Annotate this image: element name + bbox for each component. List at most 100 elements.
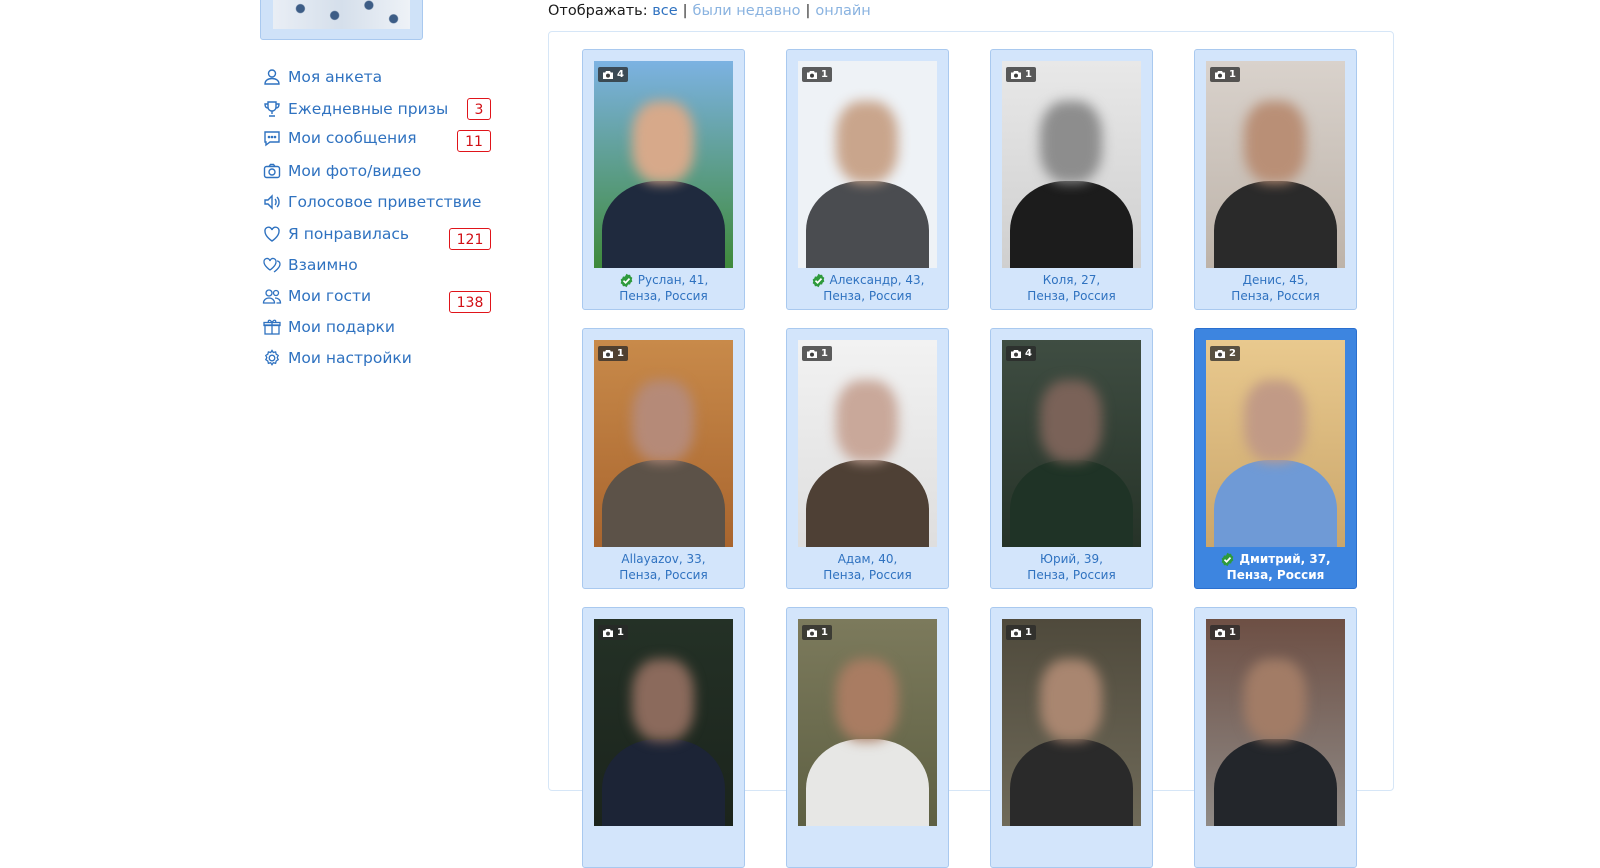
verified-check-icon (619, 273, 634, 288)
heart-icon (262, 224, 282, 244)
profile-caption: Александр, 43, Пенза, Россия (787, 272, 948, 304)
photo-count: 1 (617, 627, 624, 638)
profile-photo[interactable]: 2 (1206, 340, 1345, 547)
photo-count: 1 (1229, 69, 1236, 80)
sidebar-item-label: Мои гости (288, 287, 372, 305)
filter-recently-link[interactable]: были недавно (693, 3, 801, 19)
sidebar-item-voice-greeting[interactable]: Голосовое приветствие (262, 189, 492, 215)
profile-name-age[interactable]: Адам, 40, (838, 551, 898, 567)
camera-icon (806, 628, 818, 638)
profile-location: Пенза, Россия (1231, 289, 1320, 303)
profile-name-age[interactable]: Дмитрий, 37, (1239, 551, 1330, 567)
daily-prizes-count-badge: 3 (467, 98, 491, 120)
profile-photo[interactable]: 4 (594, 61, 733, 268)
speaker-icon (262, 192, 282, 212)
profile-photo[interactable]: 1 (798, 340, 937, 547)
photo-count: 1 (821, 627, 828, 638)
camera-icon (1010, 70, 1022, 80)
photo-count-badge: 1 (1210, 625, 1240, 640)
sidebar-item-daily-prizes[interactable]: Ежедневные призы (262, 96, 492, 122)
profile-card[interactable]: 1 (786, 607, 949, 868)
mutual-hearts-icon (262, 255, 282, 275)
profile-card[interactable]: 2 Дмитрий, 37, Пенза, Россия (1194, 328, 1357, 589)
camera-icon (806, 349, 818, 359)
sidebar-item-label: Мои подарки (288, 318, 395, 336)
camera-icon (806, 70, 818, 80)
photo-count-badge: 1 (1006, 625, 1036, 640)
profile-name-age[interactable]: Коля, 27, (1043, 272, 1100, 288)
sidebar-item-label: Мои настройки (288, 349, 412, 367)
camera-icon (1010, 628, 1022, 638)
gift-icon (262, 317, 282, 337)
photo-count: 1 (821, 348, 828, 359)
profile-card[interactable]: 1 (990, 607, 1153, 868)
camera-icon (262, 161, 282, 181)
profile-card[interactable]: 1 Allayazov, 33, Пенза, Россия (582, 328, 745, 589)
sidebar-item-gifts[interactable]: Мои подарки (262, 314, 492, 340)
verified-check-icon (811, 273, 826, 288)
profile-caption: Коля, 27, Пенза, Россия (991, 272, 1152, 304)
profile-photo[interactable]: 1 (1206, 619, 1345, 826)
messages-count-badge: 11 (457, 130, 491, 152)
profile-name-age[interactable]: Руслан, 41, (638, 272, 709, 288)
profile-location: Пенза, Россия (823, 568, 912, 582)
profiles-grid: 4 Руслан, 41, Пенза, Россия 1 Александр, 43,… (548, 31, 1394, 868)
profile-card[interactable]: 1 Денис, 45, Пенза, Россия (1194, 49, 1357, 310)
profile-avatar-thumbnail[interactable] (260, 0, 423, 40)
filter-online-link[interactable]: онлайн (815, 3, 870, 19)
profile-card[interactable]: 1 (582, 607, 745, 868)
photo-count-badge: 4 (1006, 346, 1036, 361)
profile-photo[interactable]: 4 (1002, 340, 1141, 547)
profile-card[interactable]: 4 Руслан, 41, Пенза, Россия (582, 49, 745, 310)
profile-caption: Адам, 40, Пенза, Россия (787, 551, 948, 583)
photo-count-badge: 1 (1006, 67, 1036, 82)
verified-check-icon (1220, 552, 1235, 567)
profile-name-age[interactable]: Денис, 45, (1243, 272, 1309, 288)
profile-photo[interactable]: 1 (1206, 61, 1345, 268)
profile-card[interactable]: 4 Юрий, 39, Пенза, Россия (990, 328, 1153, 589)
profile-caption: Дмитрий, 37, Пенза, Россия (1195, 551, 1356, 583)
sidebar-item-my-profile[interactable]: Моя анкета (262, 64, 492, 90)
camera-icon (1214, 70, 1226, 80)
sidebar-item-label: Ежедневные призы (288, 100, 449, 118)
sidebar-item-photos-videos[interactable]: Мои фото/видео (262, 158, 492, 184)
trophy-icon (262, 99, 282, 119)
sidebar-item-label: Взаимно (288, 256, 358, 274)
avatar-image (273, 0, 410, 29)
photo-count: 1 (1229, 627, 1236, 638)
profile-card[interactable]: 1 Александр, 43, Пенза, Россия (786, 49, 949, 310)
profile-name-age[interactable]: Allayazov, 33, (621, 551, 705, 567)
camera-icon (1214, 349, 1226, 359)
photo-count: 1 (821, 69, 828, 80)
profile-card[interactable]: 1 (1194, 607, 1357, 868)
profile-location: Пенза, Россия (619, 289, 708, 303)
sidebar-item-label: Мои сообщения (288, 129, 417, 147)
filter-all-link[interactable]: все (652, 3, 677, 19)
display-filter: Отображать: все | были недавно | онлайн (548, 3, 871, 19)
sidebar-item-mutual[interactable]: Взаимно (262, 252, 492, 278)
profile-location: Пенза, Россия (1027, 289, 1116, 303)
photo-count-badge: 2 (1210, 346, 1240, 361)
camera-icon (602, 628, 614, 638)
sidebar-item-settings[interactable]: Мои настройки (262, 345, 492, 371)
sidebar-item-label: Голосовое приветствие (288, 193, 482, 211)
profile-photo[interactable]: 1 (1002, 619, 1141, 826)
profile-photo[interactable]: 1 (798, 61, 937, 268)
profile-card[interactable]: 1 Коля, 27, Пенза, Россия (990, 49, 1153, 310)
profile-card[interactable]: 1 Адам, 40, Пенза, Россия (786, 328, 949, 589)
photo-count: 1 (1025, 627, 1032, 638)
profile-name-age[interactable]: Юрий, 39, (1040, 551, 1103, 567)
profile-photo[interactable]: 1 (798, 619, 937, 826)
sidebar-item-label: Мои фото/видео (288, 162, 422, 180)
user-icon (262, 67, 282, 87)
profile-caption: Юрий, 39, Пенза, Россия (991, 551, 1152, 583)
profile-name-age[interactable]: Александр, 43, (830, 272, 925, 288)
camera-icon (602, 349, 614, 359)
profile-photo[interactable]: 1 (594, 340, 733, 547)
chat-icon (262, 128, 282, 148)
camera-icon (1214, 628, 1226, 638)
sidebar-item-label: Моя анкета (288, 68, 383, 86)
profile-photo[interactable]: 1 (594, 619, 733, 826)
photo-count: 2 (1229, 348, 1236, 359)
profile-photo[interactable]: 1 (1002, 61, 1141, 268)
